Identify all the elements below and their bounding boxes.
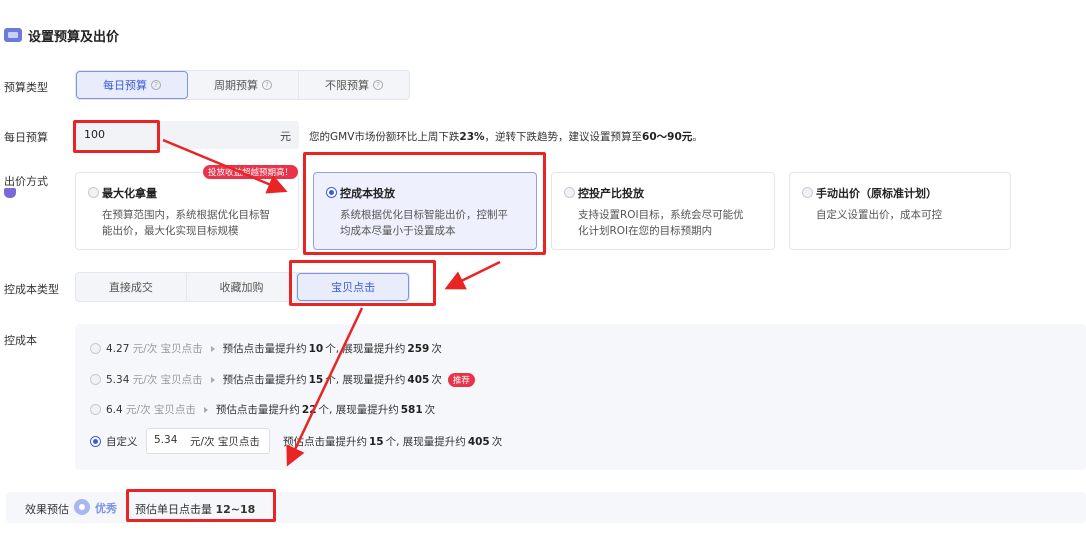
arrow-to-cost-type: [444, 260, 501, 290]
annotation-arrows: [162, 138, 501, 467]
arrow-to-bid-card: [162, 138, 288, 194]
arrow-to-custom-cost: [286, 307, 364, 467]
